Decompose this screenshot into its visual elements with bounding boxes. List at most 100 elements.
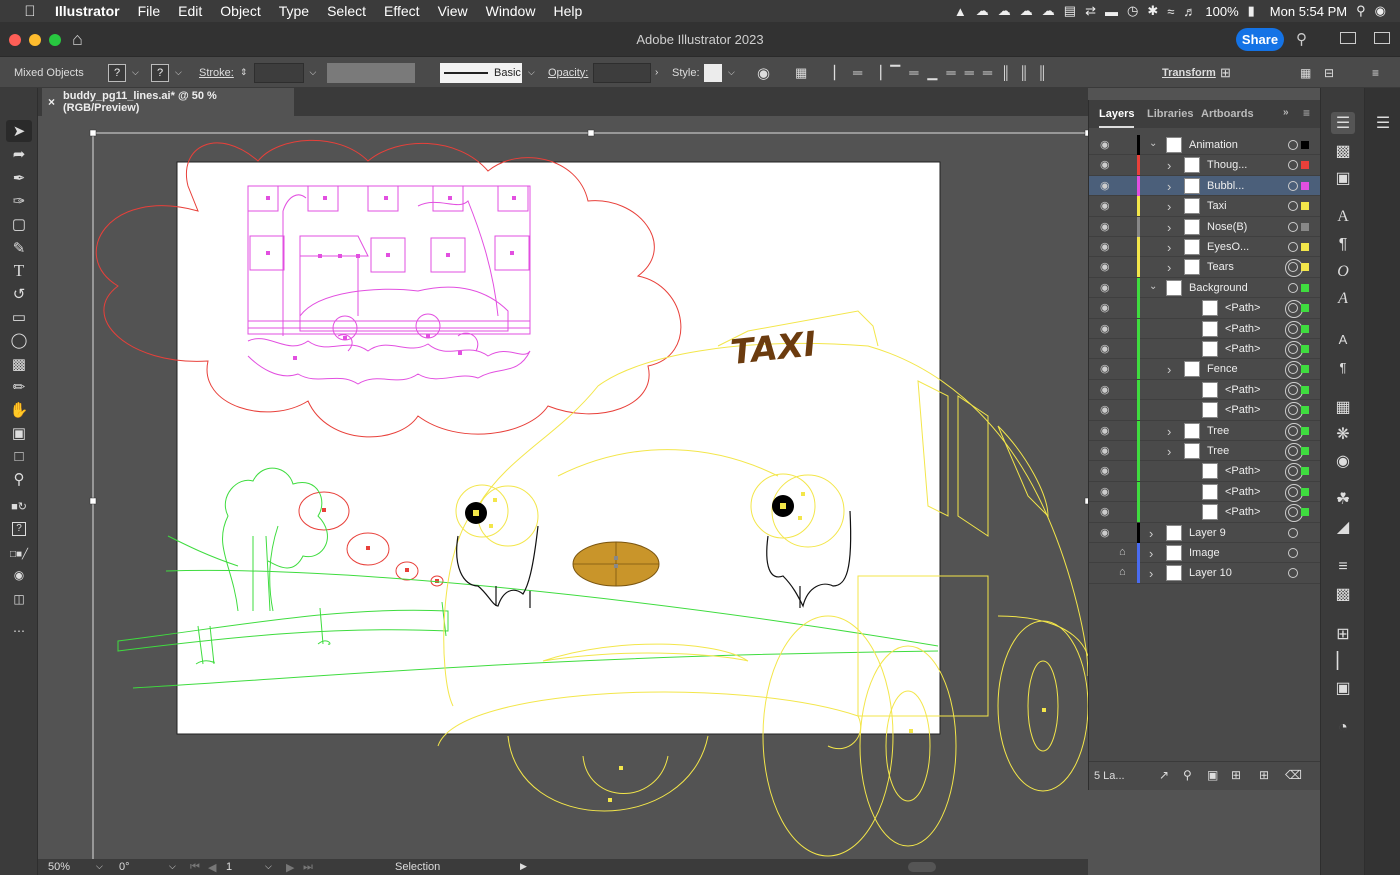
visibility-eye-icon[interactable]: ◉ (1100, 179, 1110, 192)
selection-indicator[interactable] (1301, 467, 1309, 476)
type-tool-icon[interactable]: T (6, 260, 32, 282)
layer-row[interactable]: ◉ › Layer 9 (1089, 522, 1321, 543)
opacity-label[interactable]: Opacity: (548, 57, 588, 88)
transform-link[interactable]: Transform (1162, 57, 1216, 88)
siri-icon[interactable]: ◉ (1375, 3, 1386, 19)
visibility-eye-icon[interactable]: ◉ (1100, 444, 1110, 457)
target-appearance-circle[interactable] (1285, 402, 1303, 421)
close-tab-icon[interactable]: × (48, 95, 55, 109)
layer-row[interactable]: ◉ › Taxi (1089, 196, 1321, 217)
layer-row[interactable]: ◉ › Thoug... (1089, 155, 1321, 176)
new-sublayer-icon[interactable]: ⊞ (1231, 768, 1241, 782)
selection-indicator[interactable] (1301, 487, 1309, 496)
chevron-right-icon[interactable]: › (1167, 220, 1171, 235)
tab-layers[interactable]: Layers (1099, 100, 1135, 128)
selection-indicator[interactable] (1301, 426, 1309, 435)
chevron-right-icon[interactable]: › (1167, 362, 1171, 377)
workspace-switcher-icon[interactable] (1374, 32, 1390, 44)
menu-object[interactable]: Object (220, 3, 260, 19)
battery-icon[interactable]: ▮ (1248, 3, 1255, 19)
chevron-right-icon[interactable]: › (655, 67, 658, 78)
layer-row[interactable]: ◉ › Bubbl... (1089, 175, 1321, 197)
tab-libraries[interactable]: Libraries (1147, 100, 1193, 128)
selection-indicator[interactable] (1301, 161, 1309, 170)
wifi-icon[interactable]: ≈ (1167, 4, 1174, 19)
properties-panel-icon[interactable]: ☰ (1371, 112, 1395, 134)
target-appearance-circle[interactable] (1285, 381, 1303, 400)
align-buttons-group[interactable]: ▏═▕▔═▁═══║║║ (834, 57, 1056, 88)
document-tab[interactable]: × buddy_pg11_lines.ai* @ 50 % (RGB/Previ… (42, 88, 294, 116)
layer-row[interactable]: ◉ ⌄ Animation (1089, 135, 1321, 156)
gradient-tool-icon[interactable]: ▩ (6, 353, 32, 375)
layer-row[interactable]: ◉ ⌄ Background (1089, 277, 1321, 299)
live-paint-tool-icon[interactable]: ▣ (6, 422, 32, 444)
storage-icon[interactable]: ▤ (1064, 3, 1076, 19)
stroke-label[interactable]: Stroke: (199, 57, 234, 88)
selection-indicator[interactable] (1301, 345, 1309, 353)
lock-icon[interactable]: ⌂ (1119, 566, 1126, 578)
adobe-status-icon[interactable]: ▲ (954, 4, 967, 19)
visibility-eye-icon[interactable]: ◉ (1100, 505, 1110, 518)
curvature-tool-icon[interactable]: ✑ (6, 190, 32, 212)
target-appearance-circle[interactable] (1288, 527, 1298, 538)
layer-row[interactable]: ◉ › Nose(B) (1089, 216, 1321, 237)
target-appearance-circle[interactable] (1288, 180, 1298, 191)
chevron-right-icon[interactable]: › (1167, 179, 1171, 194)
stroke-weight-field[interactable] (253, 62, 304, 83)
cloud-icon[interactable]: ☁ (1042, 3, 1055, 19)
drive-icon[interactable]: ▬ (1105, 4, 1118, 19)
chevron-down-icon[interactable]: ⌵ (310, 67, 317, 78)
target-appearance-circle[interactable] (1288, 160, 1298, 171)
menu-app-name[interactable]: Illustrator (55, 3, 120, 19)
target-appearance-circle[interactable] (1285, 361, 1303, 380)
target-appearance-circle[interactable] (1285, 504, 1303, 523)
opacity-field[interactable] (593, 62, 651, 83)
lock-icon[interactable]: ⌂ (1119, 546, 1126, 558)
chevron-down-icon[interactable]: ⌵ (96, 861, 103, 872)
selection-indicator[interactable] (1301, 263, 1309, 272)
visibility-eye-icon[interactable]: ◉ (1100, 158, 1110, 171)
target-appearance-circle[interactable] (1288, 201, 1298, 212)
glyphs-panel-icon[interactable]: A (1331, 288, 1355, 310)
target-appearance-circle[interactable] (1288, 221, 1298, 232)
last-artboard-icon[interactable]: ⏭ (303, 861, 313, 874)
paragraph-panel-icon[interactable]: ¶ (1331, 234, 1355, 256)
visibility-eye-icon[interactable]: ◉ (1100, 526, 1110, 539)
menu-view[interactable]: View (438, 3, 468, 19)
next-artboard-icon[interactable]: ▶ (286, 861, 294, 874)
shape-builder-tool-icon[interactable]: ◯ (6, 329, 32, 351)
draw-mode-icon[interactable]: ◉ (6, 564, 32, 586)
visibility-eye-icon[interactable]: ◉ (1100, 301, 1110, 314)
layer-row[interactable]: ◉ › Tears (1089, 257, 1321, 278)
target-appearance-circle[interactable] (1285, 422, 1303, 441)
selection-indicator[interactable] (1301, 222, 1309, 231)
delete-layer-icon[interactable]: ⌫ (1285, 768, 1302, 782)
layer-row[interactable]: ◉ › EyesO... (1089, 237, 1321, 258)
time-machine-icon[interactable]: ◷ (1127, 3, 1138, 19)
graphic-style-swatch[interactable] (704, 63, 722, 82)
layer-row[interactable]: ⌂ › Layer 10 (1089, 563, 1321, 584)
target-appearance-circle[interactable] (1285, 320, 1303, 339)
fill-stroke-swap-icon[interactable]: ■↻ (6, 495, 32, 517)
menu-window[interactable]: Window (486, 3, 536, 19)
cloud-icon[interactable]: ☁ (1020, 3, 1033, 19)
zoom-tool-icon[interactable]: ⚲ (6, 468, 32, 490)
collapse-panel-icon[interactable]: » (1283, 107, 1289, 118)
panel-menu-icon[interactable]: ≡ (1372, 57, 1379, 88)
chevron-right-icon[interactable]: › (1167, 240, 1171, 255)
layers-panel-icon[interactable]: ☰ (1331, 112, 1355, 134)
fill-swatch[interactable]: ? (108, 63, 126, 82)
pen-tool-icon[interactable]: ✒ (6, 167, 32, 189)
chevron-right-icon[interactable]: › (1167, 424, 1171, 439)
selection-indicator[interactable] (1301, 365, 1309, 374)
layer-row[interactable]: ◉ <Path> (1089, 502, 1321, 523)
target-appearance-circle[interactable] (1285, 483, 1303, 502)
chevron-down-icon[interactable]: ⌵ (169, 861, 176, 872)
tab-artboards[interactable]: Artboards (1201, 100, 1254, 128)
layer-row[interactable]: ⌂ › Image (1089, 543, 1321, 564)
zoom-level-field[interactable]: 50% (48, 861, 70, 873)
selection-indicator[interactable] (1301, 202, 1309, 211)
visibility-eye-icon[interactable]: ◉ (1100, 281, 1110, 294)
chevron-down-icon[interactable]: ⌵ (132, 67, 139, 78)
layer-row[interactable]: ◉ <Path> (1089, 318, 1321, 339)
